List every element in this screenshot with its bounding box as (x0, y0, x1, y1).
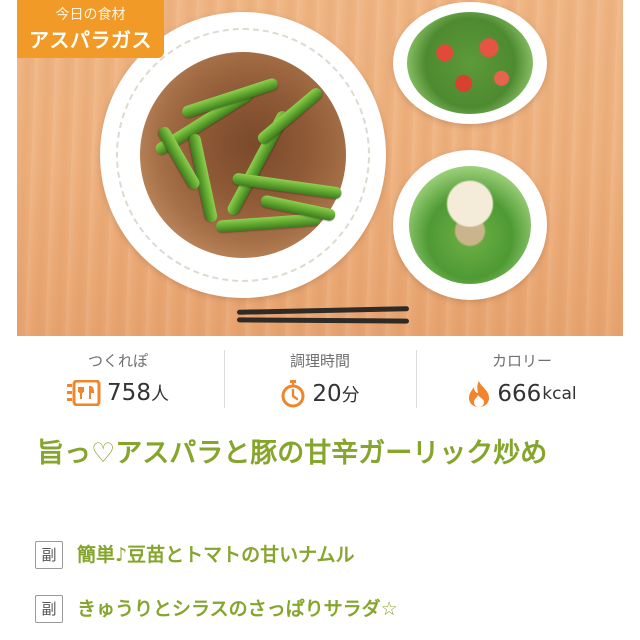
main-recipe-title[interactable]: 旨っ♡アスパラと豚の甘辛ガーリック炒め (37, 432, 607, 476)
stat-cook-time: 調理時間 20 分 (219, 336, 421, 424)
badge-title: アスパラガス (29, 28, 152, 52)
side-dish-tag: 副 (35, 541, 63, 569)
recipe-stats: つくれぽ 758 人 調理時間 20 分 カロリー 666 kcal (17, 336, 623, 424)
stat-label: カロリー (491, 352, 552, 370)
side-dish-item[interactable]: 副 きゅうりとシラスのさっぱりサラダ☆ (35, 595, 615, 625)
stat-value: 666 (497, 381, 542, 407)
side-dish-name[interactable]: きゅうりとシラスのさっぱりサラダ☆ (77, 595, 398, 623)
side-dish-tag: 副 (35, 595, 63, 623)
side-dish-name[interactable]: 簡単♪豆苗とトマトの甘いナムル (77, 541, 355, 569)
stat-unit: 分 (341, 385, 360, 406)
stat-label: 調理時間 (289, 352, 350, 370)
badge-subtitle: 今日の食材 (55, 7, 126, 23)
stat-unit: 人 (150, 384, 169, 405)
stat-unit: kcal (542, 384, 577, 404)
stat-value: 20 (312, 381, 342, 407)
hero-image[interactable]: 今日の食材 アスパラガス (17, 0, 623, 336)
stat-calories: カロリー 666 kcal (421, 336, 623, 424)
flame-icon (467, 380, 491, 408)
tomato-namul-plate (393, 2, 547, 124)
stat-divider (416, 350, 417, 408)
cucumber-salad-plate (393, 150, 547, 300)
todays-ingredient-badge: 今日の食材 アスパラガス (17, 0, 164, 58)
stopwatch-icon (280, 380, 306, 408)
stat-value: 758 (107, 380, 151, 406)
stat-tsukurepo: つくれぽ 758 人 (17, 336, 219, 424)
tsukurepo-icon (67, 380, 101, 406)
tomato-namul-photo (407, 12, 533, 114)
stat-label: つくれぽ (87, 352, 148, 370)
main-dish-photo (140, 52, 346, 258)
cucumber-salad-photo (409, 166, 531, 284)
side-dish-item[interactable]: 副 簡単♪豆苗とトマトの甘いナムル (35, 541, 615, 571)
